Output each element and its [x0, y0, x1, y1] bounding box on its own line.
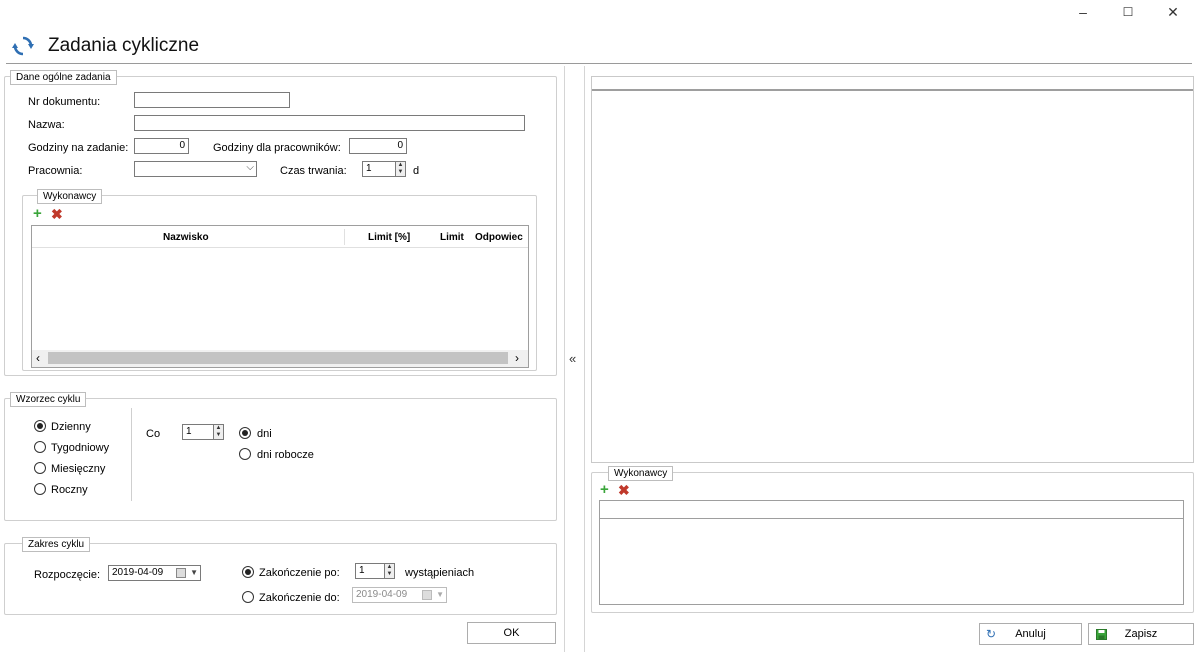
col-header-responsible[interactable]: Odpowiec	[475, 232, 528, 243]
cancel-button[interactable]: ↻ Anuluj	[979, 623, 1082, 645]
col-header-limit-percent[interactable]: Limit [%]	[368, 232, 410, 243]
maximize-button[interactable]: ☐	[1113, 3, 1143, 21]
radio-monthly[interactable]	[34, 462, 46, 474]
radio-working-days[interactable]	[239, 448, 251, 460]
radio-end-after[interactable]	[242, 566, 254, 578]
start-date-picker[interactable]: 2019-04-09 ▼	[108, 565, 201, 581]
name-label: Nazwa:	[28, 119, 65, 131]
performers-legend: Wykonawcy	[37, 189, 103, 204]
cycle-range-legend: Zakres cyklu	[22, 537, 91, 552]
minimize-button[interactable]: –	[1068, 3, 1098, 21]
name-input[interactable]	[134, 115, 525, 131]
daily-label: Dzienny	[51, 421, 91, 433]
document-number-label: Nr dokumentu:	[28, 96, 101, 108]
window-title: Zadania cykliczne	[48, 35, 200, 56]
task-hours-input[interactable]: 0	[134, 138, 189, 154]
col-divider	[344, 229, 345, 245]
cancel-icon: ↻	[986, 627, 997, 641]
radio-weekly[interactable]	[34, 441, 46, 453]
right-performers-legend: Wykonawcy	[608, 466, 674, 481]
save-label: Zapisz	[1124, 628, 1158, 640]
end-after-spinner[interactable]: ▲ ▼	[384, 563, 395, 579]
title-divider	[6, 63, 1192, 64]
col-header-limit[interactable]: Limit	[440, 232, 464, 243]
every-spinner[interactable]: ▲ ▼	[213, 424, 224, 440]
worker-hours-input[interactable]: 0	[349, 138, 407, 154]
cycle-pattern-legend: Wzorzec cyklu	[10, 392, 87, 407]
scroll-thumb[interactable]	[48, 352, 508, 364]
cancel-label: Anuluj	[1015, 628, 1046, 640]
save-button[interactable]: Zapisz	[1088, 623, 1194, 645]
start-label: Rozpoczęcie:	[34, 569, 101, 581]
duration-spinner[interactable]: ▲ ▼	[395, 161, 406, 177]
grid-header-line	[600, 518, 1183, 519]
workshop-select[interactable]: ⌵	[134, 161, 257, 177]
worker-hours-label: Godziny dla pracowników:	[213, 142, 341, 154]
col-header-surname[interactable]: Nazwisko	[163, 232, 209, 243]
monthly-label: Miesięczny	[51, 463, 106, 475]
pattern-divider	[131, 408, 132, 501]
refresh-cycle-icon	[12, 36, 34, 56]
ok-button[interactable]: OK	[467, 622, 556, 644]
delete-icon[interactable]: ✖	[51, 206, 63, 223]
end-by-date-value: 2019-04-09	[356, 589, 408, 600]
collapse-panel-button[interactable]: «	[569, 351, 576, 366]
chevron-down-icon: ⌵	[246, 162, 254, 173]
duration-unit: d	[413, 165, 420, 177]
scroll-left-icon[interactable]: ‹	[36, 351, 40, 365]
add-icon[interactable]: +	[600, 481, 609, 498]
calendar-icon[interactable]	[422, 590, 432, 600]
radio-daily[interactable]	[34, 420, 46, 432]
days-label: dni	[257, 428, 272, 440]
calendar-icon[interactable]	[176, 568, 186, 578]
every-label: Co	[146, 428, 161, 440]
radio-days[interactable]	[239, 427, 251, 439]
end-by-label: Zakończenie do:	[259, 592, 340, 604]
duration-label: Czas trwania:	[280, 165, 347, 177]
performers-grid[interactable]: Nazwisko Limit [%] Limit Odpowiec ‹ ›	[31, 225, 529, 368]
end-after-label: Zakończenie po:	[259, 567, 340, 579]
delete-icon[interactable]: ✖	[618, 482, 630, 499]
chevron-down-icon[interactable]: ▼	[190, 567, 198, 579]
add-icon[interactable]: +	[33, 205, 42, 222]
end-by-date-picker[interactable]: 2019-04-09 ▼	[352, 587, 447, 603]
task-hours-label: Godziny na zadanie:	[28, 142, 129, 154]
working-days-label: dni robocze	[257, 449, 314, 461]
duration-input[interactable]: 1	[362, 161, 396, 177]
radio-end-by[interactable]	[242, 591, 254, 603]
general-data-legend: Dane ogólne zadania	[10, 70, 117, 85]
right-performers-grid[interactable]	[599, 500, 1184, 605]
start-date-value: 2019-04-09	[112, 567, 164, 578]
end-after-input[interactable]: 1	[355, 563, 385, 579]
yearly-label: Roczny	[51, 484, 88, 496]
document-number-input[interactable]	[134, 92, 290, 108]
horizontal-scrollbar[interactable]: ‹ ›	[32, 350, 528, 367]
weekly-label: Tygodniowy	[51, 442, 110, 454]
preview-header-line	[592, 89, 1193, 91]
workshop-label: Pracownia:	[28, 165, 83, 177]
occurrences-label: wystąpieniach	[405, 567, 475, 579]
scroll-right-icon[interactable]: ›	[515, 351, 519, 365]
every-input[interactable]: 1	[182, 424, 214, 440]
radio-yearly[interactable]	[34, 483, 46, 495]
close-button[interactable]: ✕	[1158, 3, 1188, 21]
chevron-down-icon[interactable]: ▼	[436, 589, 444, 601]
save-icon	[1096, 629, 1107, 640]
right-preview-panel	[591, 76, 1194, 463]
